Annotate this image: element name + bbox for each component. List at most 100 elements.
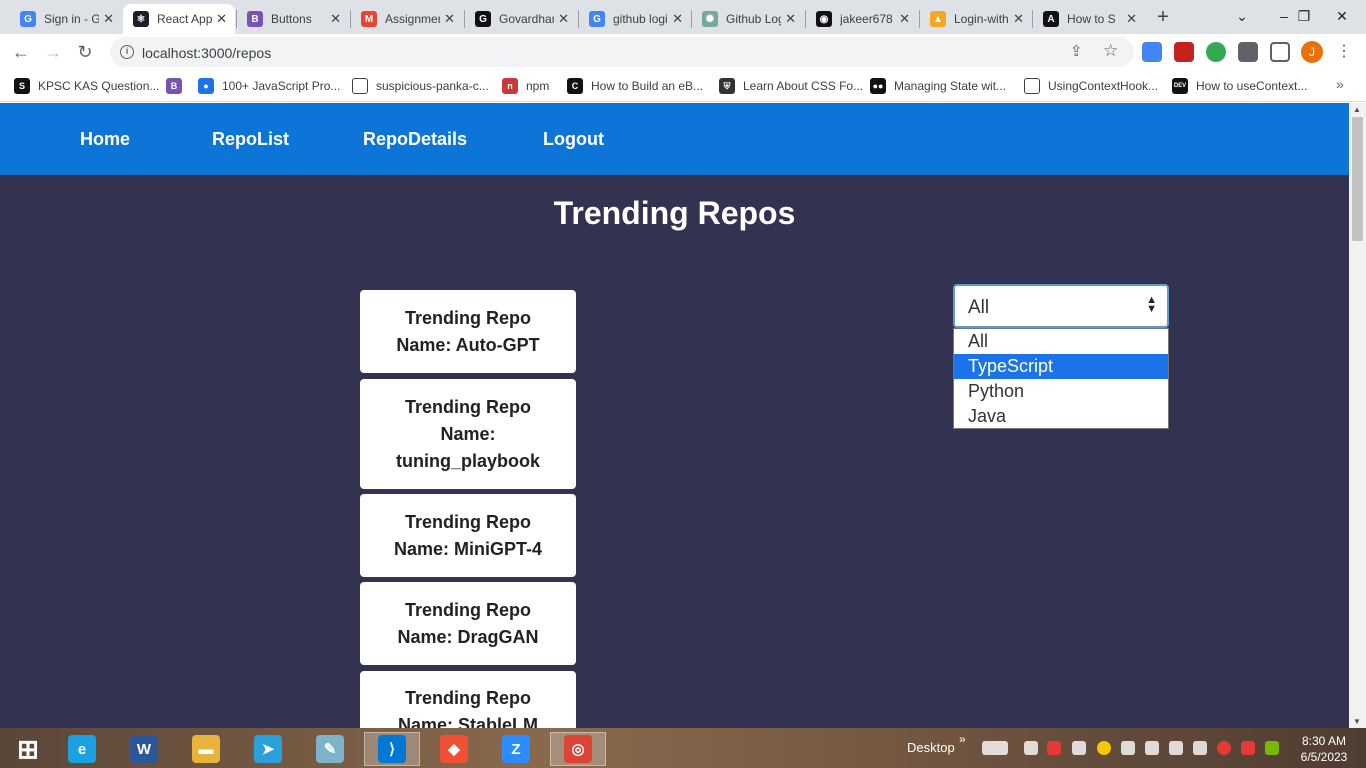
close-tab-icon[interactable]: ✕	[1013, 11, 1024, 27]
browser-tab[interactable]: G Govardhan ✕	[465, 4, 577, 34]
vscode-icon: ⟩	[378, 735, 406, 763]
word-icon: W	[130, 735, 158, 763]
close-tab-icon[interactable]: ✕	[672, 11, 683, 27]
site-info-icon[interactable]: i	[120, 45, 134, 59]
back-arrow-icon[interactable]: ←	[9, 41, 33, 63]
google-icon: G	[589, 11, 605, 27]
tray-yellow-icon[interactable]	[1097, 741, 1111, 755]
taskbar-app[interactable]: ⊞	[0, 732, 56, 766]
network-signal-icon[interactable]	[1193, 741, 1207, 755]
browser-tab[interactable]: ▲ Login-with ✕	[920, 4, 1032, 34]
scrollbar-thumb[interactable]	[1352, 117, 1363, 241]
system-clock[interactable]: 8:30 AM 6/5/2023	[1296, 733, 1352, 765]
app-navbar: Home RepoList RepoDetails Logout	[0, 103, 1349, 175]
browser-tab[interactable]: ⚛ React App ✕	[123, 4, 235, 34]
nav-home[interactable]: Home	[80, 129, 130, 150]
translate-extension-icon[interactable]	[1142, 42, 1162, 62]
volume-icon[interactable]	[1072, 741, 1086, 755]
tray-app-icon[interactable]	[1145, 741, 1159, 755]
bookmark-item[interactable]: ● 100+ JavaScript Pro...	[198, 76, 340, 96]
close-tab-icon[interactable]: ✕	[330, 11, 341, 27]
bookmark-item[interactable]: ⛨ Learn About CSS Fo...	[719, 76, 863, 96]
bookmarks-overflow-icon[interactable]: »	[1336, 76, 1344, 92]
drive-icon[interactable]	[1024, 741, 1038, 755]
tab-separator	[691, 10, 692, 28]
taskbar-app[interactable]: W	[116, 732, 172, 766]
taskbar-app[interactable]: e	[54, 732, 110, 766]
option-typescript[interactable]: TypeScript	[954, 354, 1168, 379]
bookmark-item[interactable]: n npm	[502, 76, 549, 96]
browser-tab[interactable]: A How to S ✕	[1033, 4, 1145, 34]
url-text[interactable]: localhost:3000/repos	[142, 45, 271, 61]
nav-logout[interactable]: Logout	[543, 129, 604, 150]
bookmark-item[interactable]: suspicious-panka-c...	[352, 76, 489, 96]
close-tab-icon[interactable]: ✕	[1126, 11, 1137, 27]
taskbar-app[interactable]: Z	[488, 732, 544, 766]
nav-repodetails[interactable]: RepoDetails	[363, 129, 467, 150]
close-window-button[interactable]: ✕	[1322, 0, 1362, 34]
extension-green-icon[interactable]	[1206, 42, 1226, 62]
language-filter-select[interactable]: All ▲ ▼	[953, 284, 1169, 328]
scroll-down-icon[interactable]: ▼	[1353, 717, 1361, 726]
tray-red-icon[interactable]	[1047, 741, 1061, 755]
address-bar[interactable]: i localhost:3000/repos ⇪ ☆	[110, 37, 1134, 67]
browser-tab[interactable]: G Sign in - Google✕	[10, 4, 122, 34]
option-java[interactable]: Java	[954, 404, 1168, 429]
scroll-up-icon[interactable]: ▲	[1353, 105, 1361, 114]
openai-icon: ✺	[702, 11, 718, 27]
bookmark-item[interactable]: UsingContextHook...	[1024, 76, 1158, 96]
browser-tab[interactable]: ◉ jakeer678 ✕	[806, 4, 918, 34]
nav-repolist[interactable]: RepoList	[212, 129, 289, 150]
forward-arrow-icon[interactable]: →	[41, 41, 65, 63]
tab-search-icon[interactable]: ⌄	[1222, 0, 1262, 34]
bookmark-item[interactable]: S KPSC KAS Question...	[14, 76, 159, 96]
option-python[interactable]: Python	[954, 379, 1168, 404]
share-icon[interactable]: ⇪	[1070, 42, 1083, 60]
taskbar-app[interactable]: ➤	[240, 732, 296, 766]
restore-button[interactable]: ❐	[1284, 0, 1324, 34]
bookmark-star-icon[interactable]: ☆	[1103, 41, 1118, 61]
repo-card[interactable]: Trending Repo Name: MiniGPT-4	[360, 494, 576, 577]
bookmark-item[interactable]: C How to Build an eB...	[567, 76, 703, 96]
bookmark-item[interactable]: B	[166, 76, 190, 96]
close-tab-icon[interactable]: ✕	[785, 11, 796, 27]
bookmark-item[interactable]: ●● Managing State wit...	[870, 76, 1006, 96]
reload-icon[interactable]: ↻	[73, 41, 97, 63]
side-panel-icon[interactable]	[1270, 42, 1290, 62]
close-tab-icon[interactable]: ✕	[103, 11, 114, 27]
close-tab-icon[interactable]: ✕	[558, 11, 569, 27]
repo-card[interactable]: Trending Repo Name: Auto-GPT	[360, 290, 576, 373]
browser-tab[interactable]: B Buttons ✕	[237, 4, 349, 34]
taskbar-app[interactable]: ⟩	[364, 732, 420, 766]
browser-tab[interactable]: M Assignment ✕	[351, 4, 463, 34]
repo-card[interactable]: Trending Repo Name: DragGAN	[360, 582, 576, 665]
taskbar-app[interactable]: ◆	[426, 732, 482, 766]
tray-clock-icon[interactable]	[1217, 741, 1231, 755]
repo-card[interactable]: Trending Repo Name: StableLM	[360, 671, 576, 728]
close-tab-icon[interactable]: ✕	[216, 11, 227, 27]
taskbar-app[interactable]: ✎	[302, 732, 358, 766]
option-all[interactable]: All	[954, 329, 1168, 354]
auth0-icon: A	[1043, 11, 1059, 27]
tray-chevron-icon[interactable]: »	[959, 732, 966, 746]
bookmark-item[interactable]: DEV How to useContext...	[1172, 76, 1307, 96]
profile-avatar[interactable]: J	[1301, 41, 1323, 63]
keyboard-icon[interactable]	[982, 741, 1008, 755]
close-tab-icon[interactable]: ✕	[899, 11, 910, 27]
battery-icon[interactable]	[1169, 741, 1183, 755]
close-tab-icon[interactable]: ✕	[444, 11, 455, 27]
browser-tab[interactable]: Ggithub login ✕	[579, 4, 691, 34]
extensions-puzzle-icon[interactable]	[1238, 42, 1258, 62]
page-scrollbar[interactable]: ▲ ▼	[1349, 103, 1366, 728]
desktop-toolbar-label[interactable]: Desktop	[907, 740, 955, 755]
browser-menu-icon[interactable]: ⋮	[1336, 40, 1352, 64]
repo-card[interactable]: Trending Repo Name: tuning_playbook	[360, 379, 576, 489]
browser-tab[interactable]: ✺ Github Login ✕	[692, 4, 804, 34]
action-center-icon[interactable]	[1241, 741, 1255, 755]
new-tab-button[interactable]: +	[1152, 6, 1174, 28]
taskbar-app[interactable]: ◎	[550, 732, 606, 766]
nvidia-icon[interactable]	[1265, 741, 1279, 755]
lock-icon[interactable]	[1121, 741, 1135, 755]
taskbar-app[interactable]: ▬	[178, 732, 234, 766]
extension-red-icon[interactable]	[1174, 42, 1194, 62]
